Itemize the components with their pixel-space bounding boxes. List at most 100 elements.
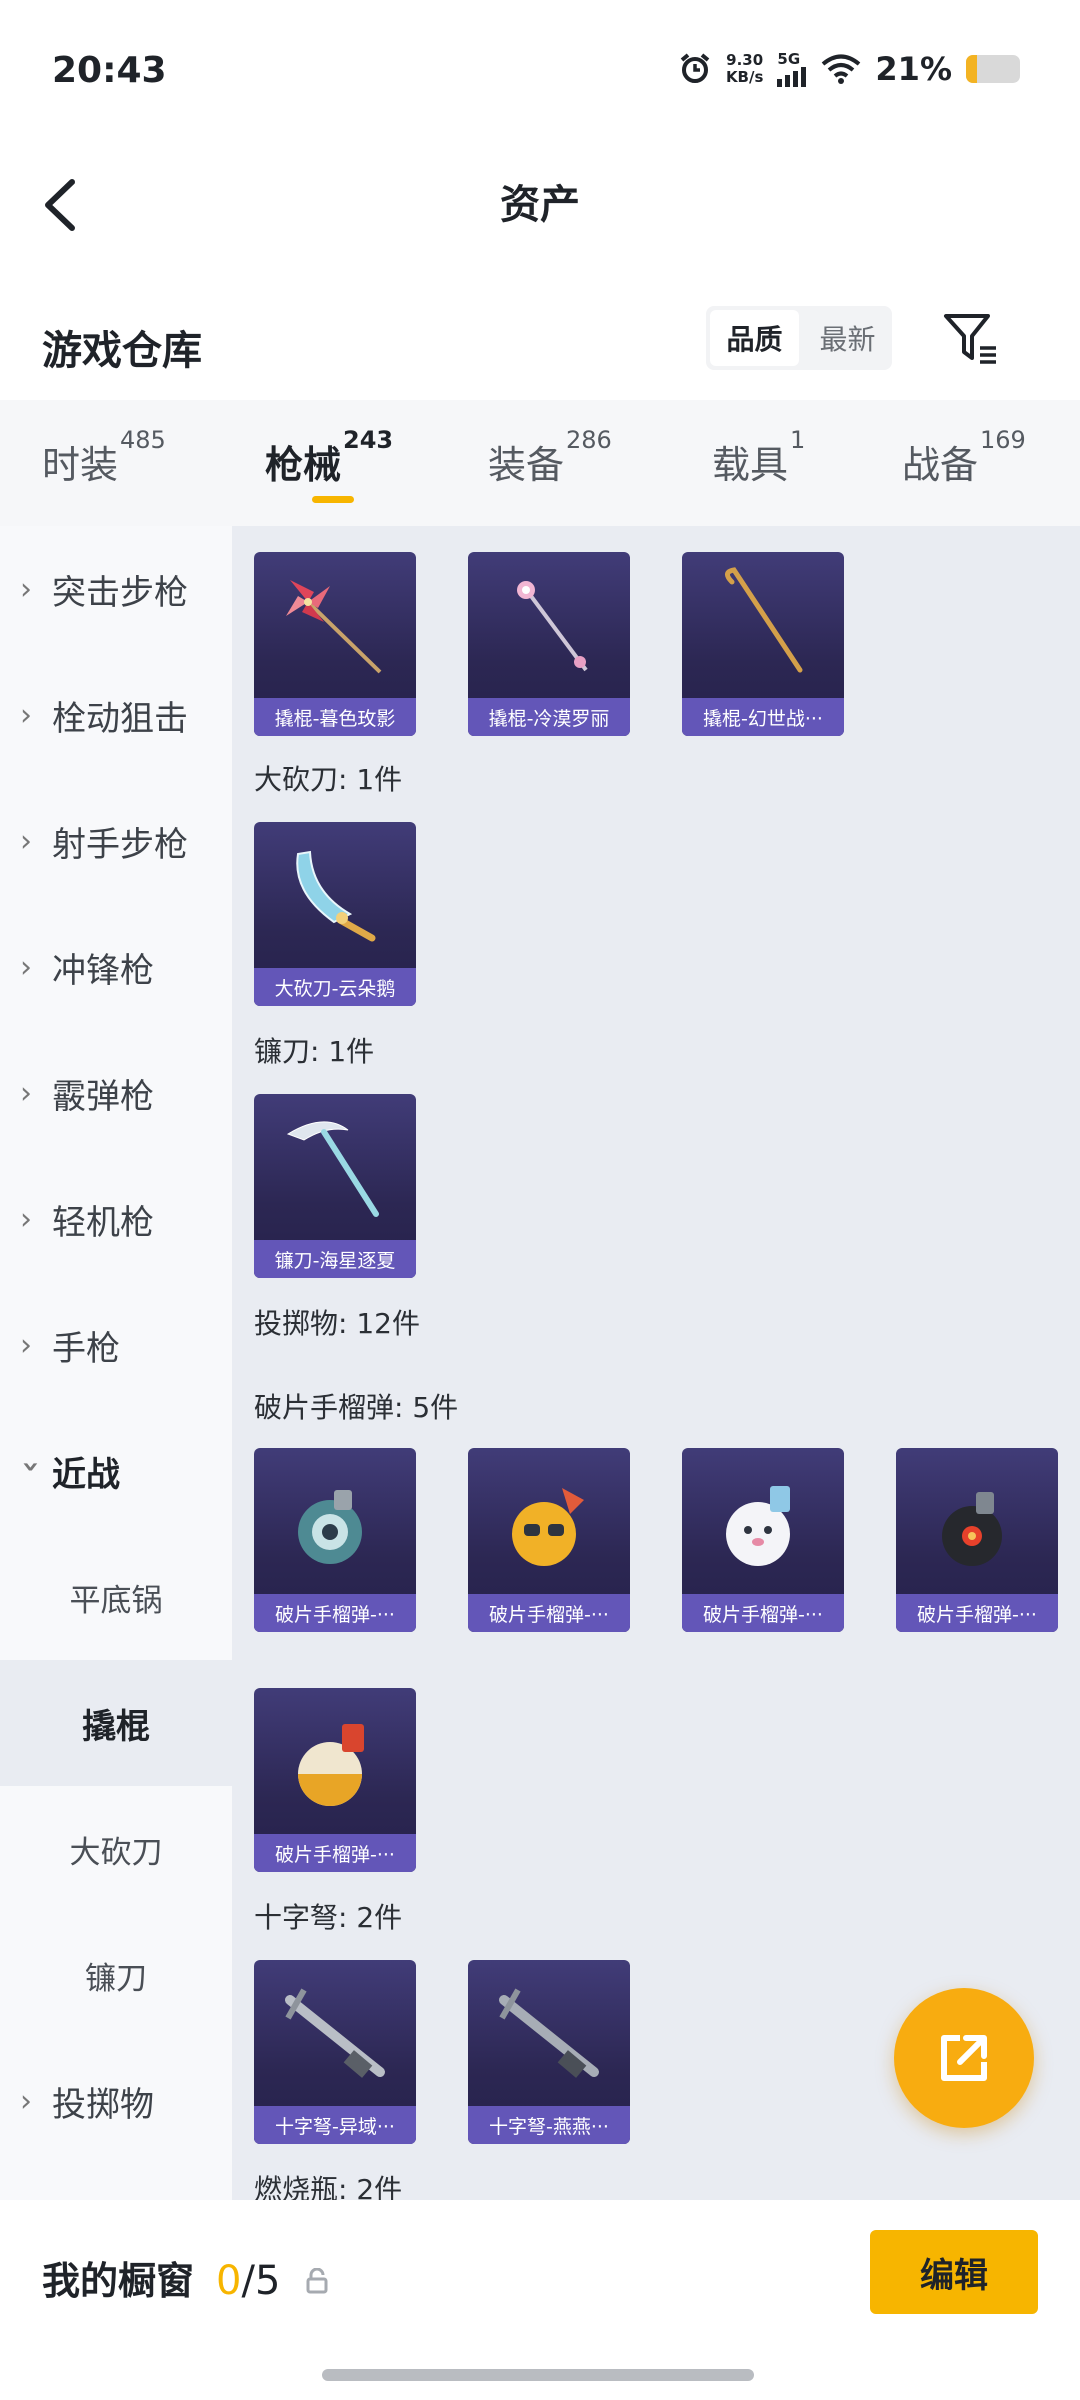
item-card-caption: 破片手榴弹-··· (254, 1594, 416, 1632)
home-indicator[interactable] (322, 2369, 754, 2381)
tab-equipment[interactable]: 装备286 (488, 426, 612, 489)
golden-crowbar-icon (725, 567, 803, 673)
tab-vehicles[interactable]: 载具1 (712, 426, 805, 489)
sidebar-item-lmg[interactable]: › 轻机枪 (0, 1156, 232, 1282)
item-card[interactable]: 破片手榴弹-··· (254, 1688, 416, 1872)
showcase-info: 我的橱窗 0/5 (42, 2250, 328, 2305)
chevron-down-icon: › (13, 1460, 49, 1473)
tab-label: 装备 (488, 443, 565, 487)
item-card-caption: 破片手榴弹-··· (254, 1834, 416, 1872)
sidebar-item-label: 手枪 (52, 1328, 120, 1369)
item-card[interactable]: 破片手榴弹-··· (254, 1448, 416, 1632)
item-card[interactable]: 十字弩-燕燕··· (468, 1960, 630, 2144)
machete-icon (296, 850, 376, 942)
tab-tactical[interactable]: 战备169 (902, 426, 1026, 489)
item-card[interactable]: 破片手榴弹-··· (468, 1448, 630, 1632)
warehouse-header: 游戏仓库 品质 最新 (0, 290, 1080, 400)
app-header: 资产 (0, 150, 1080, 260)
chevron-right-icon: › (20, 697, 32, 733)
tab-count: 1 (790, 426, 806, 454)
sidebar-subitem-pan[interactable]: 平底锅 (0, 1534, 232, 1660)
cell-signal: 5G (777, 51, 807, 87)
sidebar-item-marksman-rifle[interactable]: › 射手步枪 (0, 778, 232, 904)
grenade-icon (512, 1488, 584, 1566)
status-icons: 9.30 KB/s 5G 21% (678, 50, 1020, 88)
weapon-category-sidebar: › 突击步枪 › 栓动狙击 › 射手步枪 › 冲锋枪 › 霰弹枪 › 轻机枪 › 手枪 › 近战… (0, 526, 232, 2200)
group-label-sickle: 镰刀: 1件 (254, 1035, 375, 1068)
sidebar-item-melee[interactable]: › 近战 (0, 1408, 232, 1534)
pinwheel-crowbar-icon (286, 580, 382, 674)
page-title: 资产 (500, 182, 580, 228)
category-tabs: 时装485 枪械243 装备286 载具1 战备169 (0, 400, 1080, 526)
net-speed-unit: KB/s (725, 68, 764, 86)
filter-icon[interactable] (938, 306, 1002, 370)
tab-count: 243 (343, 426, 394, 454)
group-label-molotov: 燃烧瓶: 2件 (254, 2173, 403, 2200)
item-card[interactable]: 大砍刀-云朵鹅 (254, 822, 416, 1006)
warehouse-title: 游戏仓库 (42, 328, 202, 374)
crossbow-icon (499, 1988, 599, 2078)
item-card[interactable]: 破片手榴弹-··· (896, 1448, 1058, 1632)
item-card[interactable]: 撬棍-幻世战··· (682, 552, 844, 736)
sidebar-item-smg[interactable]: › 冲锋枪 (0, 904, 232, 1030)
showcase-title: 我的橱窗 (42, 2259, 195, 2303)
item-card-caption: 破片手榴弹-··· (896, 1594, 1058, 1632)
sidebar-item-label: 射手步枪 (52, 824, 188, 865)
status-bar: 20:43 9.30 KB/s 5G 21% (0, 0, 1080, 150)
sort-newest-button[interactable]: 最新 (803, 306, 892, 370)
sidebar-item-label: 近战 (52, 1454, 120, 1495)
active-tab-indicator (312, 496, 354, 503)
tab-label: 枪械 (265, 443, 342, 487)
sidebar-item-pistol[interactable]: › 手枪 (0, 1282, 232, 1408)
battery-icon (966, 55, 1020, 83)
sickle-icon (286, 1121, 379, 1217)
sidebar-subitem-crowbar[interactable]: 撬棍 (0, 1660, 232, 1786)
tab-label: 载具 (712, 443, 789, 487)
item-card-caption: 撬棍-冷漠罗丽 (468, 698, 630, 736)
sidebar-item-assault-rifle[interactable]: › 突击步枪 (0, 526, 232, 652)
group-label-throwables: 投掷物: 12件 (254, 1307, 420, 1340)
sidebar-subitem-sickle[interactable]: 镰刀 (0, 1912, 232, 2038)
sidebar-item-shotgun[interactable]: › 霰弹枪 (0, 1030, 232, 1156)
battery-percent: 21% (875, 50, 952, 88)
item-card-caption: 破片手榴弹-··· (468, 1594, 630, 1632)
item-card-caption: 镰刀-海星逐夏 (254, 1240, 416, 1278)
alarm-icon (680, 53, 710, 83)
battery-fill (966, 55, 978, 83)
tab-label: 战备 (902, 443, 979, 487)
item-card-caption: 十字弩-异域··· (254, 2106, 416, 2144)
sidebar-item-bolt-sniper[interactable]: › 栓动狙击 (0, 652, 232, 778)
item-card-caption: 撬棍-幻世战··· (682, 698, 844, 736)
sidebar-subitem-machete[interactable]: 大砍刀 (0, 1786, 232, 1912)
edit-button[interactable]: 编辑 (870, 2230, 1038, 2314)
tab-label: 时装 (42, 443, 119, 487)
showcase-count-current: 0 (216, 2258, 242, 2304)
sidebar-item-label: 轻机枪 (52, 1202, 154, 1243)
group-label-frag-grenade: 破片手榴弹: 5件 (254, 1391, 459, 1424)
share-button[interactable] (894, 1988, 1034, 2128)
item-card[interactable]: 破片手榴弹-··· (682, 1448, 844, 1632)
net-speed-value: 9.30 (726, 51, 764, 69)
chevron-right-icon: › (20, 571, 32, 607)
wifi-icon (822, 54, 861, 84)
status-time: 20:43 (52, 50, 167, 91)
item-card[interactable]: 撬棍-冷漠罗丽 (468, 552, 630, 736)
group-label-crossbow: 十字弩: 2件 (254, 1901, 403, 1934)
item-card[interactable]: 十字弩-异域··· (254, 1960, 416, 2144)
grenade-icon (942, 1492, 1002, 1566)
grenade-icon (298, 1724, 364, 1806)
chevron-right-icon: › (20, 1327, 32, 1363)
grenade-icon (298, 1490, 362, 1564)
tab-firearms[interactable]: 枪械243 (265, 426, 393, 489)
sidebar-item-label: 栓动狙击 (52, 698, 188, 739)
sidebar-item-throwables[interactable]: › 投掷物 (0, 2038, 232, 2164)
lock-icon (306, 2268, 328, 2294)
chevron-right-icon: › (20, 1201, 32, 1237)
tab-count: 286 (566, 426, 612, 454)
sort-quality-button[interactable]: 品质 (710, 310, 799, 366)
tab-fashion[interactable]: 时装485 (42, 426, 166, 489)
item-card[interactable]: 撬棍-暮色玫影 (254, 552, 416, 736)
sidebar-item-label: 投掷物 (52, 2084, 154, 2125)
item-card[interactable]: 镰刀-海星逐夏 (254, 1094, 416, 1278)
grenade-icon (726, 1486, 790, 1566)
